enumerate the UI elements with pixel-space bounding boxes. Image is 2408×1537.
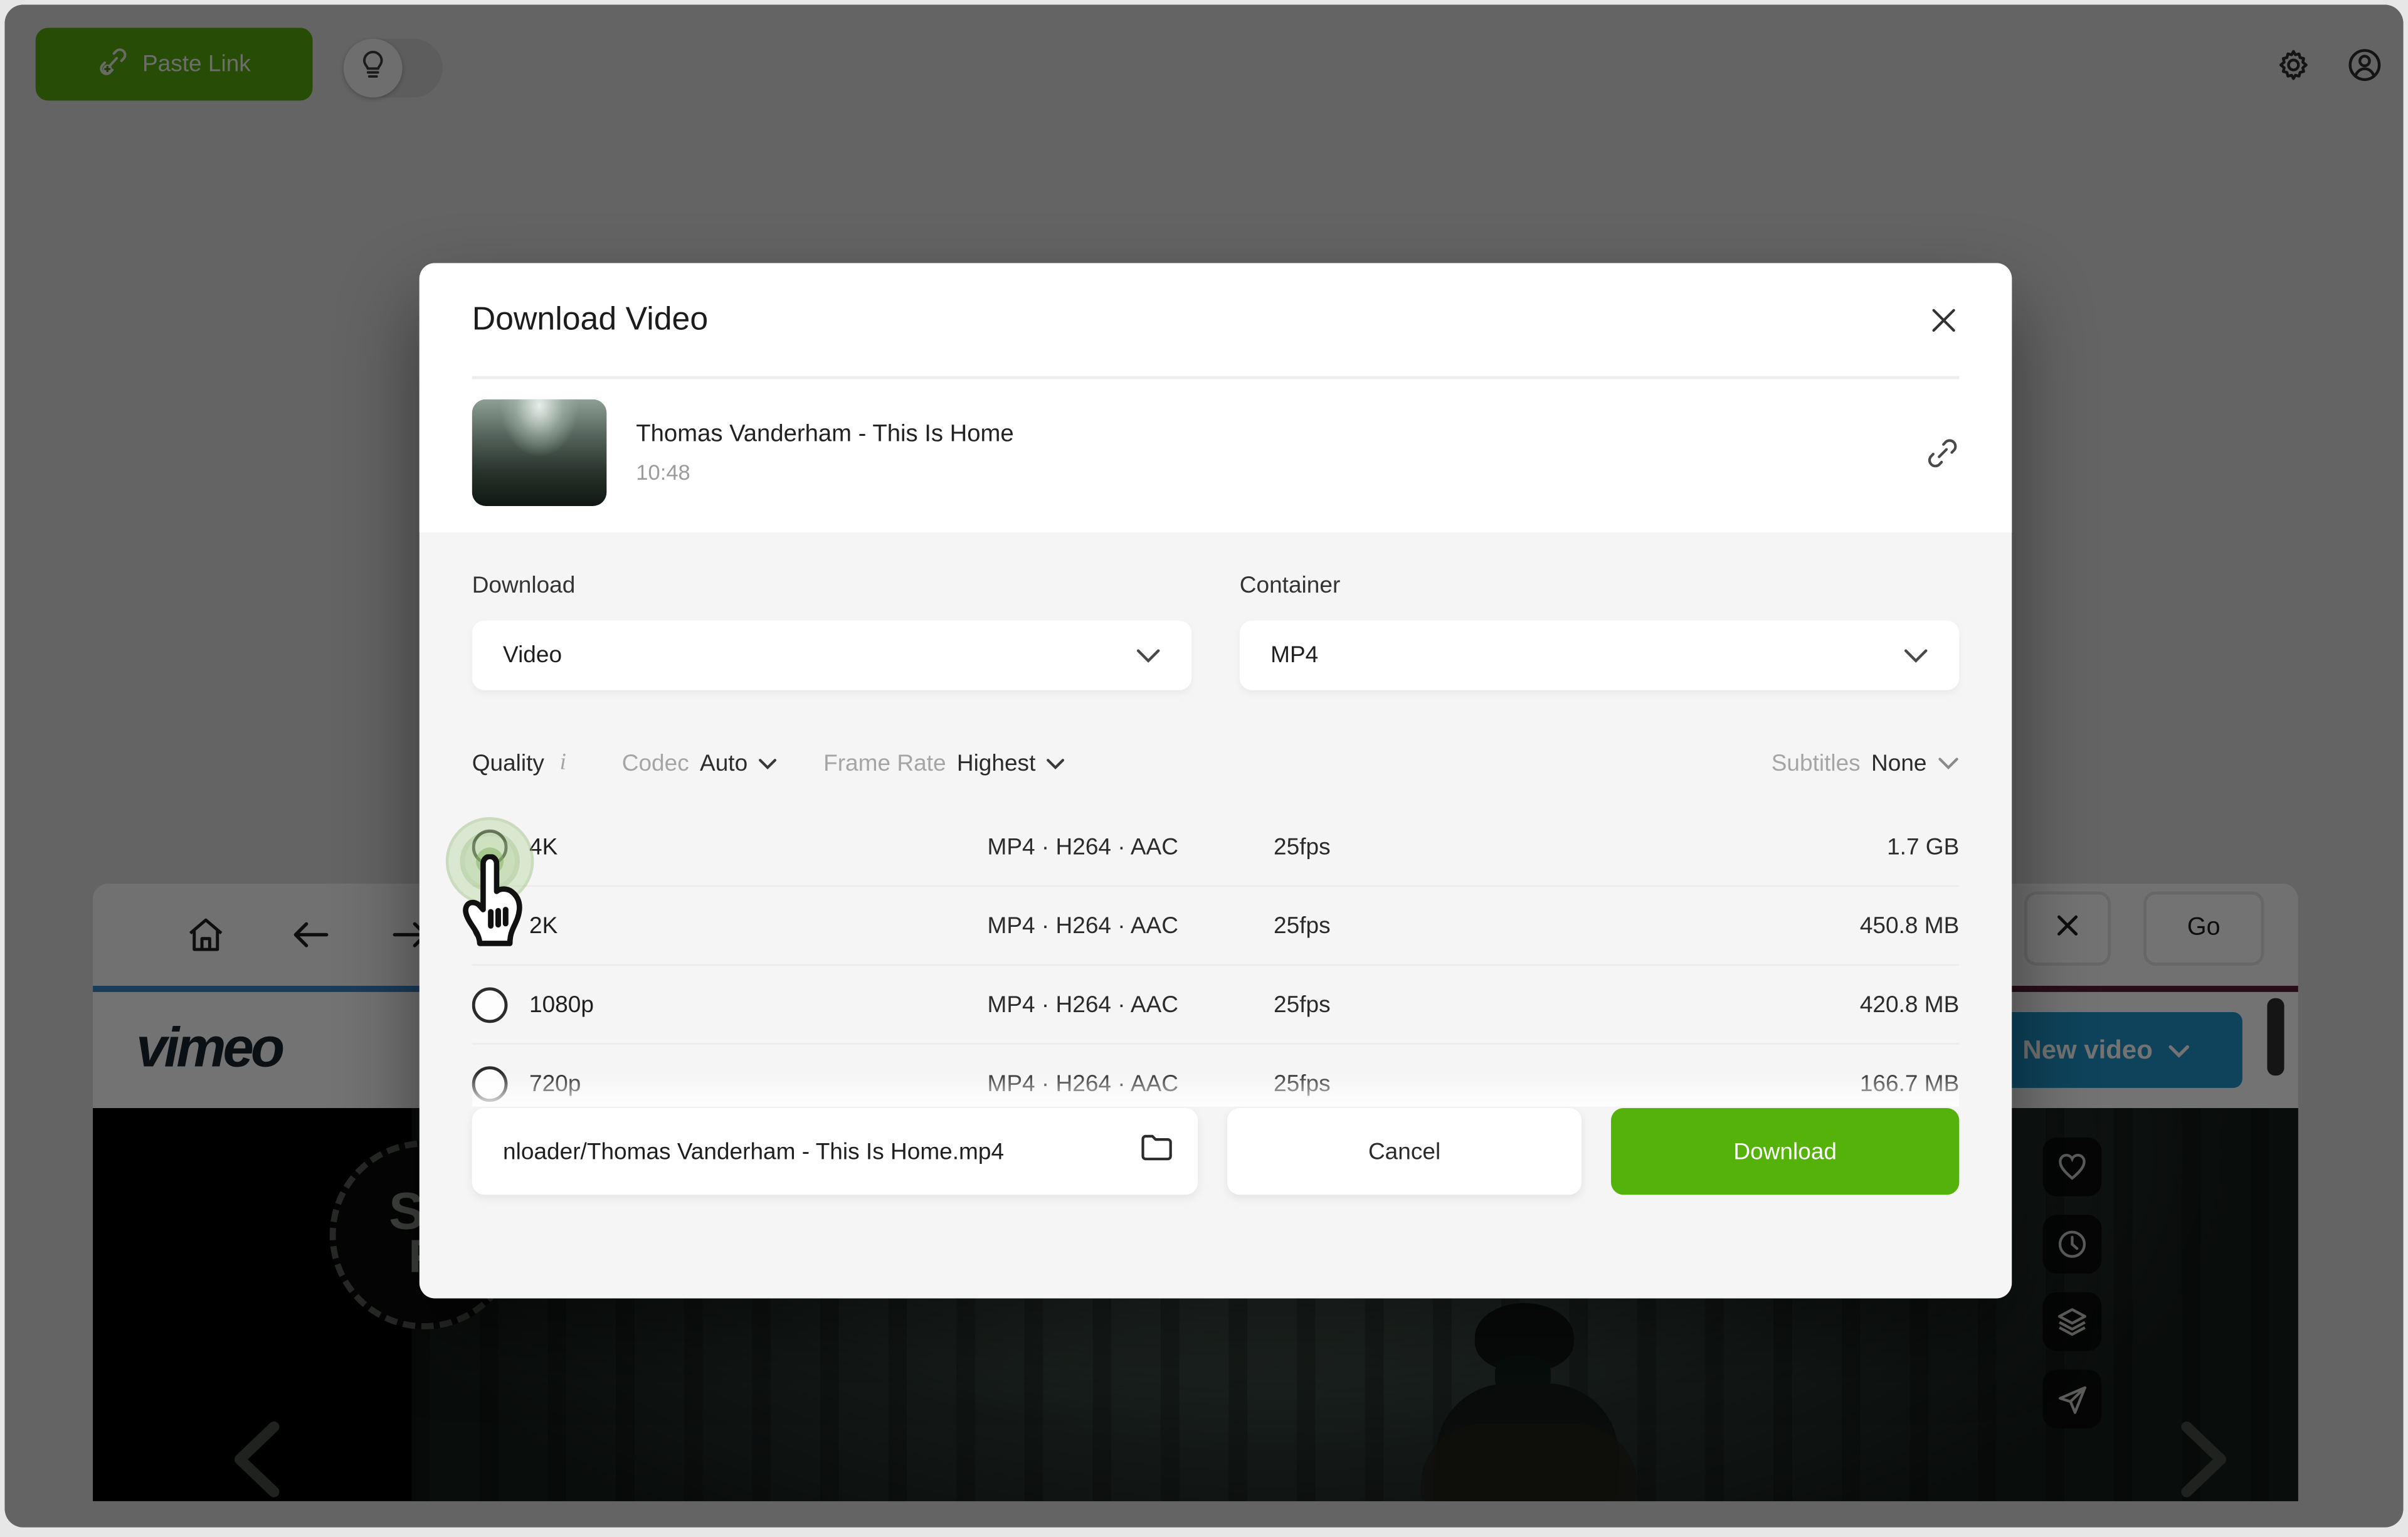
container-select[interactable]: MP4: [1240, 621, 1960, 690]
quality-fps: 25fps: [1274, 833, 1887, 860]
framerate-value: Highest: [957, 751, 1036, 777]
chevron-down-icon: [758, 758, 777, 770]
quality-label: Quality: [472, 751, 544, 777]
quality-codec: MP4 · H264 · AAC: [988, 833, 1274, 860]
download-type-value: Video: [503, 642, 562, 668]
quality-codec: MP4 · H264 · AAC: [988, 1070, 1274, 1097]
quality-fps: 25fps: [1274, 1070, 1860, 1097]
video-info-row: Thomas Vanderham - This Is Home 10:48: [420, 379, 2012, 532]
close-button[interactable]: [1928, 304, 1959, 335]
container-value: MP4: [1270, 642, 1318, 668]
modal-header-section: Download Video Thomas Vanderham - This I…: [420, 263, 2012, 532]
modal-footer: Cancel Download: [472, 1108, 1960, 1250]
info-icon[interactable]: i: [560, 751, 566, 777]
framerate-selector[interactable]: Frame Rate Highest: [823, 751, 1065, 777]
quality-list: 4K MP4 · H264 · AAC 25fps 1.7 GB 2K MP4 …: [472, 808, 1960, 1106]
modal-body: Download Container Video MP4 Quality i: [420, 573, 2012, 1250]
codec-selector[interactable]: Codec Auto: [622, 751, 777, 777]
codec-label: Codec: [622, 751, 689, 777]
download-type-select[interactable]: Video: [472, 621, 1192, 690]
quality-label-text: 1080p: [529, 991, 594, 1018]
download-button[interactable]: Download: [1611, 1108, 1959, 1195]
quality-codec: MP4 · H264 · AAC: [988, 991, 1274, 1018]
quality-label-text: 720p: [529, 1070, 581, 1097]
chevron-down-icon: [1136, 648, 1160, 663]
subtitles-label: Subtitles: [1772, 751, 1861, 777]
chevron-down-icon: [1938, 757, 1960, 771]
save-path-field[interactable]: [472, 1108, 1198, 1195]
download-video-modal: Download Video Thomas Vanderham - This I…: [420, 263, 2012, 1299]
quality-radio[interactable]: [472, 1065, 508, 1101]
hand-cursor-icon: [453, 854, 531, 953]
quality-label-text: 2K: [529, 912, 557, 939]
modal-title: Download Video: [472, 301, 709, 338]
download-select-label: Download: [472, 573, 1192, 599]
video-title: Thomas Vanderham - This Is Home: [636, 421, 1925, 448]
quality-codec: MP4 · H264 · AAC: [988, 912, 1274, 939]
copy-link-icon[interactable]: [1925, 436, 1959, 470]
quality-row[interactable]: 4K MP4 · H264 · AAC 25fps 1.7 GB: [472, 808, 1960, 885]
video-thumbnail: [472, 399, 607, 506]
chevron-down-icon: [1047, 758, 1065, 770]
chevron-down-icon: [1903, 648, 1928, 663]
quality-row[interactable]: 2K MP4 · H264 · AAC 25fps 450.8 MB: [472, 885, 1960, 964]
quality-size: 450.8 MB: [1860, 912, 1959, 939]
framerate-label: Frame Rate: [823, 751, 946, 777]
quality-size: 1.7 GB: [1887, 833, 1959, 860]
quality-size: 420.8 MB: [1860, 991, 1959, 1018]
codec-value: Auto: [700, 751, 747, 777]
video-duration: 10:48: [636, 460, 1925, 484]
screen: Paste Link: [0, 0, 2408, 1537]
quality-row[interactable]: 720p MP4 · H264 · AAC 25fps 166.7 MB: [472, 1043, 1960, 1106]
quality-fps: 25fps: [1274, 991, 1860, 1018]
subtitles-selector[interactable]: Subtitles None: [1772, 751, 1960, 777]
quality-size: 166.7 MB: [1860, 1070, 1959, 1097]
quality-fps: 25fps: [1274, 912, 1860, 939]
quality-radio[interactable]: [472, 986, 508, 1022]
quality-row[interactable]: 1080p MP4 · H264 · AAC 25fps 420.8 MB: [472, 964, 1960, 1043]
save-path-input[interactable]: [500, 1137, 1141, 1166]
container-select-label: Container: [1240, 573, 1960, 599]
subtitles-value: None: [1871, 751, 1926, 777]
folder-browse-icon[interactable]: [1141, 1133, 1173, 1170]
cancel-button[interactable]: Cancel: [1227, 1108, 1582, 1195]
app-window: Paste Link: [4, 4, 2403, 1527]
